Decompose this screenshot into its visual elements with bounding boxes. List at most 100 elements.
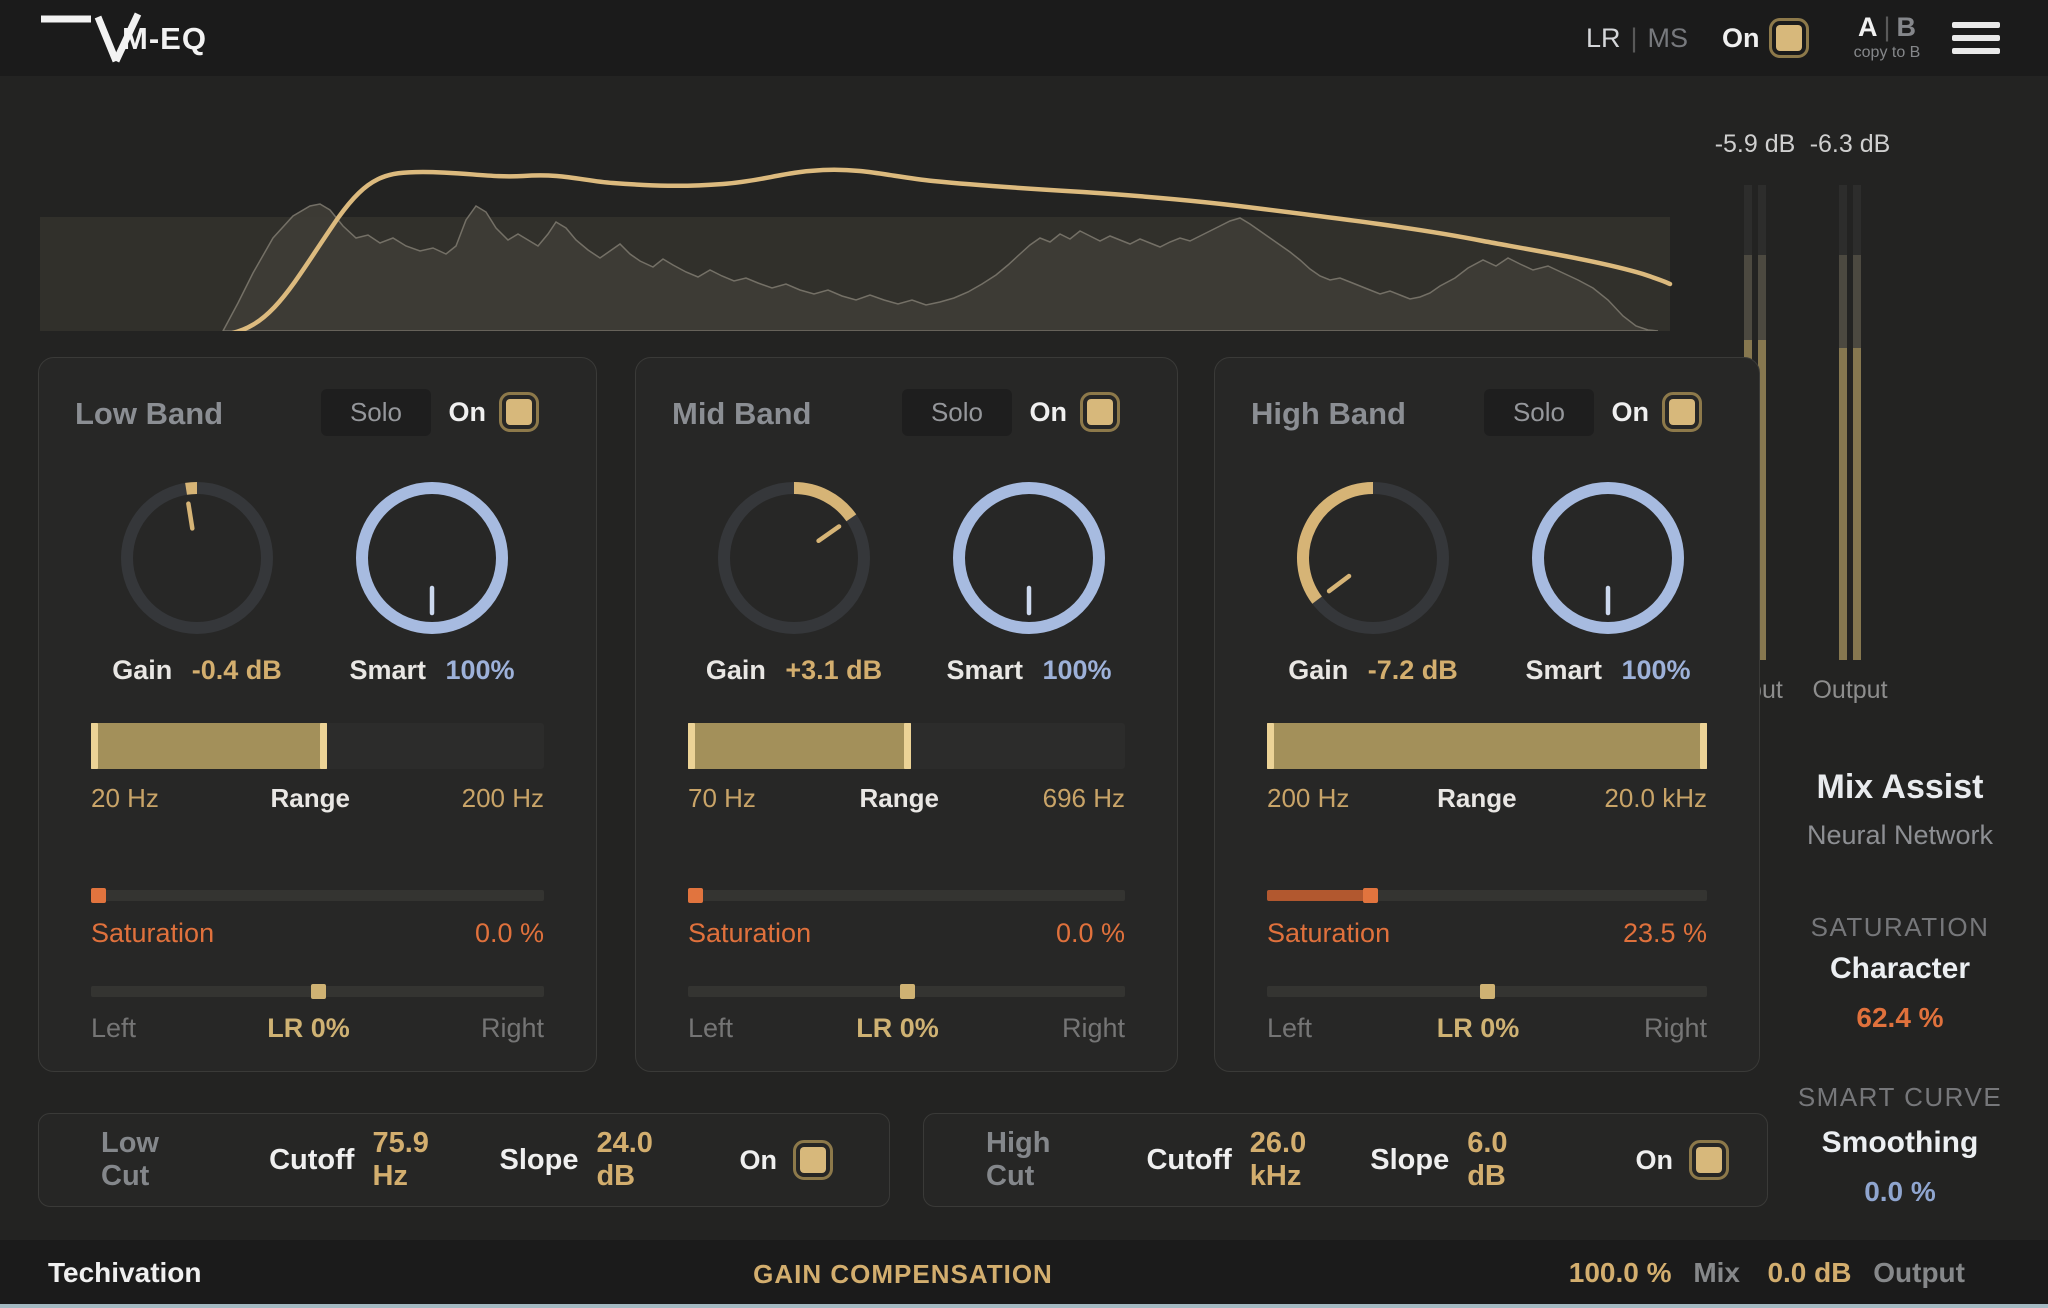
gain-knob[interactable] <box>708 472 880 644</box>
smoothing-value[interactable]: 0.0 % <box>1770 1176 2030 1208</box>
band-on-toggle[interactable] <box>499 392 539 432</box>
mix-assist-title[interactable]: Mix Assist <box>1770 768 2030 807</box>
saturation-slider[interactable] <box>688 890 1125 901</box>
saturation-label: Saturation <box>1267 918 1390 949</box>
gain-compensation-button[interactable]: GAIN COMPENSATION <box>753 1259 1053 1290</box>
pan-handle[interactable] <box>311 984 326 999</box>
range-high-handle[interactable] <box>904 723 911 769</box>
smart-curve-section-header: SMART CURVE <box>1770 1082 2030 1113</box>
gain-label: Gain <box>1288 655 1348 685</box>
smart-value[interactable]: 100% <box>1042 655 1111 685</box>
bypass-toggle[interactable] <box>1769 18 1809 58</box>
pan-slider[interactable] <box>91 986 544 997</box>
pan-value[interactable]: LR 0% <box>267 1013 350 1044</box>
band-on-toggle[interactable] <box>1080 392 1120 432</box>
slope-value[interactable]: 24.0 dB <box>596 1127 661 1193</box>
pan-slider[interactable] <box>1267 986 1707 997</box>
smart-knob[interactable] <box>346 472 518 644</box>
range-label: Range <box>860 783 939 814</box>
band-on-label: On <box>1030 397 1068 428</box>
spectrum-display[interactable] <box>38 88 1718 331</box>
saturation-section-header: SATURATION <box>1770 912 2030 943</box>
gain-label: Gain <box>706 655 766 685</box>
pan-value[interactable]: LR 0% <box>1437 1013 1520 1044</box>
menu-icon[interactable] <box>1952 22 2000 61</box>
output-gain-value[interactable]: 0.0 dB <box>1767 1257 1851 1288</box>
saturation-value[interactable]: 0.0 % <box>1056 918 1125 949</box>
mix-value[interactable]: 100.0 % <box>1569 1257 1672 1288</box>
mix-label: Mix <box>1693 1257 1740 1288</box>
smart-value[interactable]: 100% <box>445 655 514 685</box>
gain-value[interactable]: +3.1 dB <box>785 655 882 685</box>
bypass-on-label: On <box>1722 23 1760 54</box>
solo-button[interactable]: Solo <box>321 389 431 436</box>
ab-a[interactable]: A <box>1858 12 1878 42</box>
mode-lr[interactable]: LR <box>1586 23 1621 53</box>
gain-knob[interactable] <box>111 472 283 644</box>
saturation-slider[interactable] <box>1267 890 1707 901</box>
mode-ms[interactable]: MS <box>1648 23 1689 53</box>
low-cut-toggle[interactable] <box>793 1140 833 1180</box>
gain-value[interactable]: -7.2 dB <box>1368 655 1458 685</box>
slope-value[interactable]: 6.0 dB <box>1467 1127 1507 1193</box>
window-resize-edge[interactable] <box>0 1304 2048 1308</box>
band-on-label: On <box>1612 397 1650 428</box>
smart-value[interactable]: 100% <box>1621 655 1690 685</box>
range-low-handle[interactable] <box>688 723 695 769</box>
ab-compare[interactable]: A|B copy to B <box>1845 12 1929 62</box>
pan-value[interactable]: LR 0% <box>856 1013 939 1044</box>
plugin-window: M-EQ LR|MS On A|B copy to B -5.9 dB -6.3… <box>0 0 2048 1308</box>
range-slider[interactable] <box>91 723 544 769</box>
band-title: High Band <box>1251 396 1406 432</box>
smart-label: Smart <box>349 655 426 685</box>
saturation-handle[interactable] <box>688 888 703 903</box>
character-value[interactable]: 62.4 % <box>1770 1002 2030 1034</box>
mix-assist-subtitle: Neural Network <box>1770 820 2030 851</box>
smart-knob[interactable] <box>1522 472 1694 644</box>
range-low-handle[interactable] <box>1267 723 1274 769</box>
pan-right-label: Right <box>1644 1013 1707 1044</box>
range-min[interactable]: 70 Hz <box>688 783 756 814</box>
saturation-value[interactable]: 23.5 % <box>1623 918 1707 949</box>
saturation-value[interactable]: 0.0 % <box>475 918 544 949</box>
range-high-handle[interactable] <box>320 723 327 769</box>
high-cut-toggle[interactable] <box>1689 1140 1729 1180</box>
pan-right-label: Right <box>481 1013 544 1044</box>
range-max[interactable]: 20.0 kHz <box>1604 783 1707 814</box>
ab-b[interactable]: B <box>1897 12 1917 42</box>
range-low-handle[interactable] <box>91 723 98 769</box>
copy-to-b-button[interactable]: copy to B <box>1845 44 1929 62</box>
saturation-handle[interactable] <box>1363 888 1378 903</box>
output-meter-right-bar <box>1853 185 1861 660</box>
saturation-slider[interactable] <box>91 890 544 901</box>
cutoff-value[interactable]: 26.0 kHz <box>1250 1127 1306 1193</box>
range-high-handle[interactable] <box>1700 723 1707 769</box>
gain-value[interactable]: -0.4 dB <box>192 655 282 685</box>
footer-bar: Techivation GAIN COMPENSATION 100.0 % Mi… <box>0 1240 2048 1308</box>
pan-handle[interactable] <box>1480 984 1495 999</box>
range-label: Range <box>1437 783 1516 814</box>
pan-handle[interactable] <box>900 984 915 999</box>
solo-button[interactable]: Solo <box>902 389 1012 436</box>
pan-left-label: Left <box>91 1013 136 1044</box>
pan-slider[interactable] <box>688 986 1125 997</box>
saturation-handle[interactable] <box>91 888 106 903</box>
high-band-panel: High Band Solo On Gain -7.2 dB Smart 100… <box>1214 357 1760 1072</box>
band-on-toggle[interactable] <box>1662 392 1702 432</box>
range-max[interactable]: 696 Hz <box>1043 783 1125 814</box>
range-slider[interactable] <box>688 723 1125 769</box>
output-peak-readout: -6.3 dB <box>1790 130 1910 159</box>
channel-mode-switch[interactable]: LR|MS <box>1586 23 1688 54</box>
range-min[interactable]: 20 Hz <box>91 783 159 814</box>
output-meter-left-bar <box>1839 185 1847 660</box>
cutoff-value[interactable]: 75.9 Hz <box>372 1127 435 1193</box>
range-min[interactable]: 200 Hz <box>1267 783 1349 814</box>
smart-knob[interactable] <box>943 472 1115 644</box>
range-slider[interactable] <box>1267 723 1707 769</box>
solo-button[interactable]: Solo <box>1484 389 1594 436</box>
smoothing-label: Smoothing <box>1770 1126 2030 1160</box>
brand-name: Techivation <box>48 1257 202 1289</box>
band-on-label: On <box>449 397 487 428</box>
gain-knob[interactable] <box>1287 472 1459 644</box>
range-max[interactable]: 200 Hz <box>462 783 544 814</box>
